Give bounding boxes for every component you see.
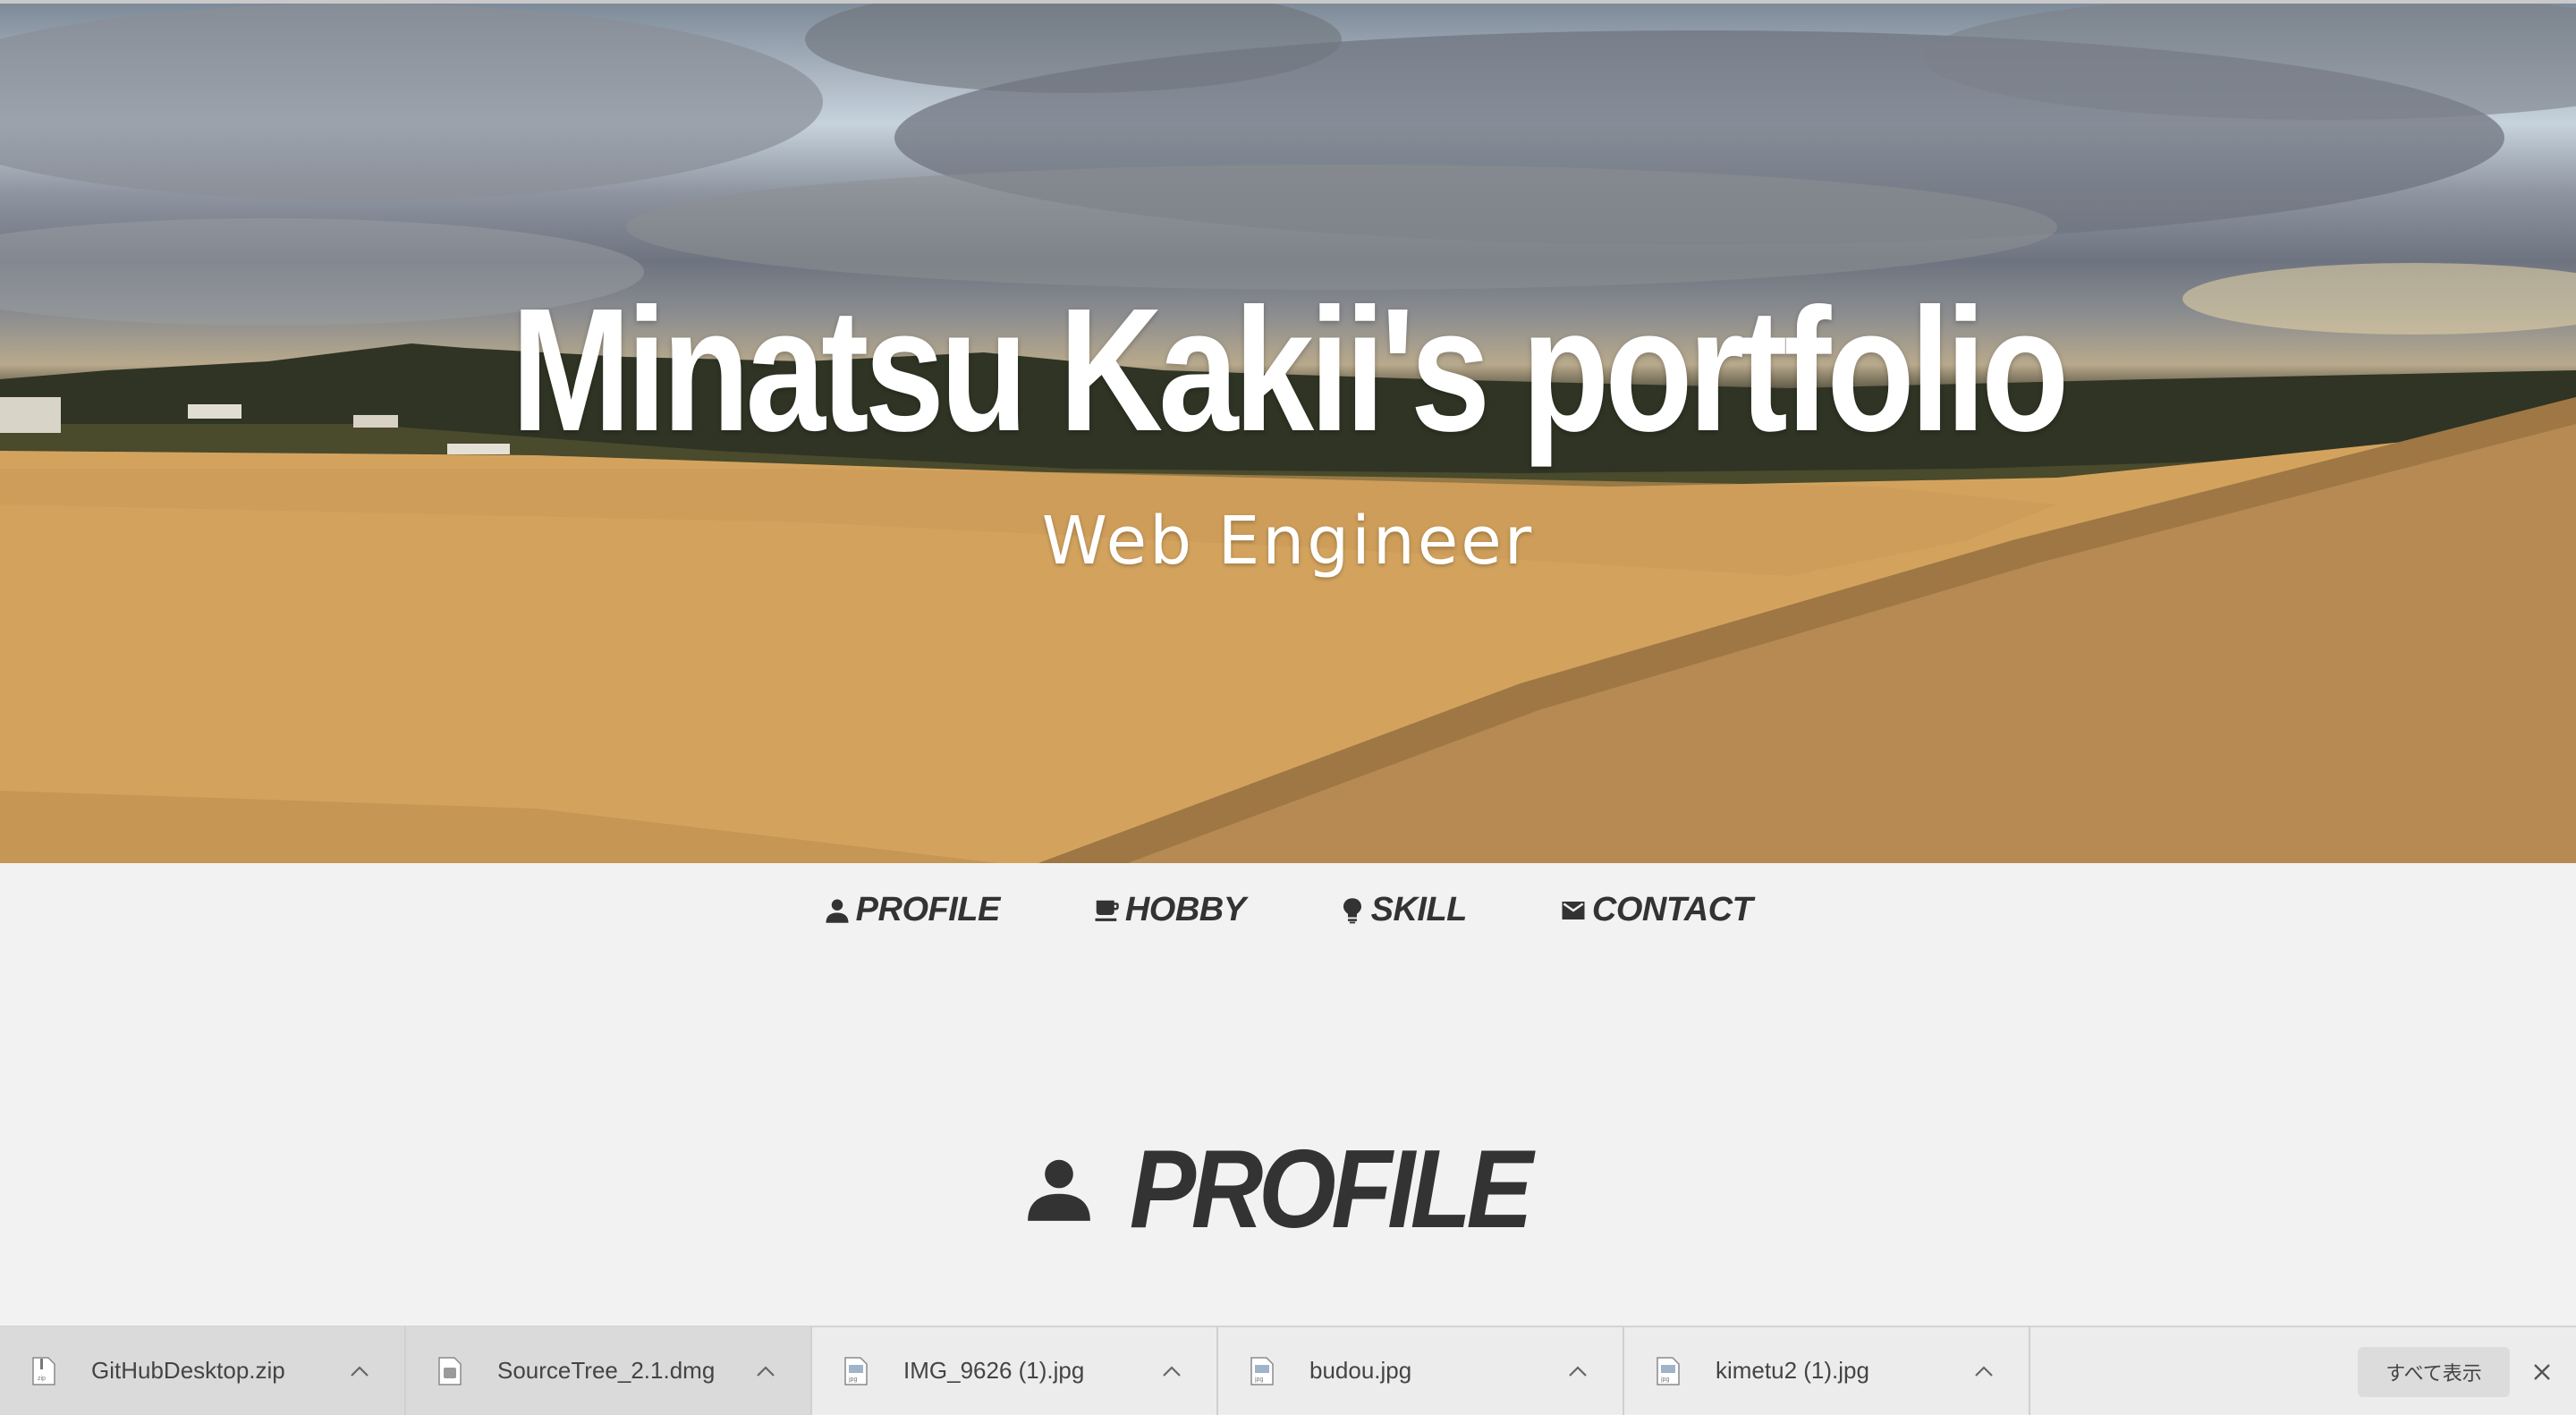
download-item[interactable]: zip GitHubDesktop.zip — [0, 1326, 406, 1415]
nav-item-profile[interactable]: PROFILE — [824, 891, 1000, 929]
download-filename: GitHubDesktop.zip — [91, 1357, 285, 1384]
nav-item-label: SKILL — [1370, 891, 1468, 928]
download-item[interactable]: SourceTree_2.1.dmg — [406, 1326, 812, 1415]
hero-title: Minatsu Kakii's portfolio — [511, 272, 2070, 468]
jpg-file-icon: jpg — [1657, 1356, 1680, 1385]
nav-item-contact[interactable]: CONTACT — [1560, 891, 1753, 929]
nav-item-hobby[interactable]: HOBBY — [1093, 891, 1246, 929]
hero-banner: Minatsu Kakii's portfolio Web Engineer — [0, 0, 2576, 863]
nav-item-skill[interactable]: SKILL — [1339, 891, 1467, 929]
nav-item-label: PROFILE — [855, 891, 1001, 928]
nav-item-label: HOBBY — [1124, 891, 1246, 928]
svg-text:zip: zip — [38, 1376, 46, 1382]
person-icon — [826, 899, 849, 923]
svg-text:jpg: jpg — [848, 1377, 857, 1383]
chevron-up-icon[interactable] — [739, 1344, 792, 1398]
chevron-up-icon[interactable] — [1145, 1344, 1199, 1398]
dmg-file-icon — [438, 1356, 462, 1385]
download-filename: SourceTree_2.1.dmg — [497, 1357, 716, 1384]
show-all-downloads-button[interactable]: すべて表示 — [2358, 1347, 2510, 1397]
profile-section-heading: PROFILE — [0, 1127, 2576, 1252]
download-item[interactable]: jpg kimetu2 (1).jpg — [1624, 1326, 2030, 1415]
download-item[interactable]: jpg IMG_9626 (1).jpg — [812, 1326, 1218, 1415]
download-filename: kimetu2 (1).jpg — [1716, 1357, 1869, 1384]
svg-text:jpg: jpg — [1254, 1377, 1263, 1383]
hero-subtitle: Web Engineer — [1041, 503, 1535, 580]
chevron-up-icon[interactable] — [1551, 1344, 1605, 1398]
person-icon — [1028, 1159, 1091, 1221]
download-filename: IMG_9626 (1).jpg — [903, 1357, 1085, 1384]
nav-item-label: CONTACT — [1591, 891, 1753, 928]
section-title: PROFILE — [1130, 1128, 1533, 1251]
chevron-up-icon[interactable] — [333, 1344, 386, 1398]
download-filename: budou.jpg — [1309, 1357, 1412, 1384]
jpg-file-icon: jpg — [844, 1356, 868, 1385]
coffee-icon — [1095, 900, 1119, 921]
download-item[interactable]: jpg budou.jpg — [1218, 1326, 1624, 1415]
svg-text:jpg: jpg — [1660, 1377, 1669, 1383]
chevron-up-icon[interactable] — [1957, 1344, 2011, 1398]
main-nav: PROFILE HOBBY SKILL CONTACT — [0, 863, 2576, 957]
download-shelf: zip GitHubDesktop.zip SourceTree_2.1.dmg… — [0, 1326, 2576, 1415]
zip-file-icon: zip — [32, 1356, 55, 1385]
jpg-file-icon: jpg — [1250, 1356, 1274, 1385]
close-icon[interactable] — [2522, 1352, 2562, 1392]
lightbulb-icon — [1343, 897, 1361, 923]
mail-icon — [1562, 901, 1585, 919]
